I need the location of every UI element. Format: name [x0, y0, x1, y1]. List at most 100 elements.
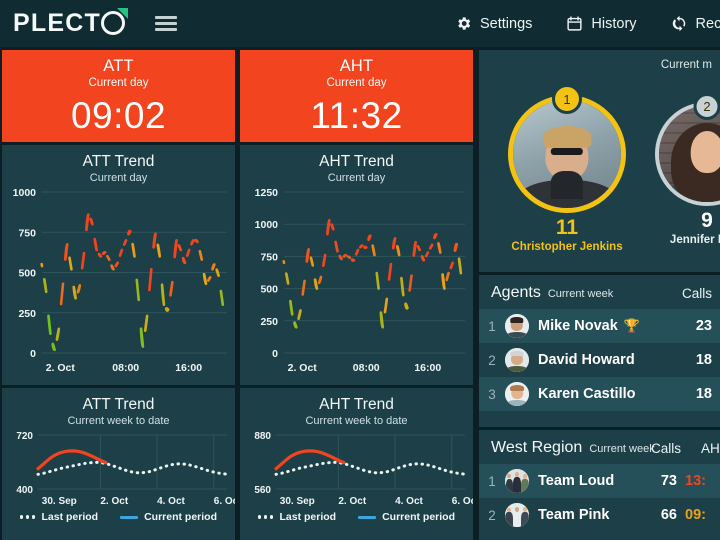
- avatar: [505, 348, 529, 372]
- row-rank: 3: [488, 386, 496, 402]
- podium-person-1[interactable]: 1 11 Christopher Jenkins: [498, 84, 636, 253]
- kpi-tile-att[interactable]: ATT Current day 09:02: [2, 50, 235, 142]
- settings-label: Settings: [480, 15, 533, 32]
- rank-badge-label: 1: [563, 91, 571, 107]
- chart-subtitle: Current day: [89, 172, 148, 184]
- svg-text:250: 250: [18, 308, 36, 320]
- podium-score: 11: [555, 216, 579, 239]
- svg-text:4. Oct: 4. Oct: [395, 496, 423, 507]
- table-row[interactable]: 2 Team Pink 66 09:: [479, 498, 720, 532]
- svg-text:16:00: 16:00: [414, 362, 441, 374]
- settings-button[interactable]: Settings: [455, 15, 532, 32]
- hamburger-icon[interactable]: [154, 13, 177, 34]
- row-name: Team Loud: [538, 473, 615, 489]
- header-actions: Settings History Recalculate: [455, 0, 720, 47]
- chart-panel-att-day[interactable]: ATT Trend Current day 0 250 500 750 1000 2. O…: [2, 145, 235, 385]
- refresh-icon: [671, 15, 688, 32]
- solid-line-icon: [120, 515, 139, 519]
- chart-subtitle: Current week to date: [67, 415, 170, 427]
- svg-text:400: 400: [16, 485, 33, 496]
- podium-name: Christopher Jenkins: [511, 241, 623, 253]
- kpi-value: 09:02: [70, 95, 167, 136]
- column-header-aht: AH: [701, 441, 720, 456]
- kpi-title: ATT: [103, 57, 134, 75]
- row-rank: 1: [488, 318, 496, 334]
- svg-text:560: 560: [254, 485, 271, 496]
- chart-title: ATT Trend: [82, 153, 155, 170]
- legend-current-period: Current period: [120, 511, 217, 523]
- gear-icon: [455, 15, 472, 32]
- region-table-panel[interactable]: West Region Current week Calls AH 1 Team…: [479, 430, 720, 540]
- row-calls: 66: [660, 507, 677, 523]
- photo-portrait-2: [659, 106, 720, 202]
- svg-text:6. Oct: 6. Oct: [452, 496, 473, 507]
- podium-period-label: Current m: [660, 59, 712, 71]
- svg-text:750: 750: [18, 227, 36, 239]
- row-name: David Howard: [538, 352, 635, 368]
- svg-text:500: 500: [260, 284, 278, 296]
- rank-badge-label: 2: [703, 99, 711, 114]
- chart-subtitle: Current week to date: [305, 415, 408, 427]
- chart-plot: 400 720 30. Sep 2. Oct 4. Oct 6. Oct: [2, 427, 235, 509]
- column-header-calls: Calls: [681, 286, 712, 301]
- kpi-period: Current day: [88, 77, 149, 89]
- table-period: Current week: [547, 288, 614, 300]
- chart-plot: 0 250 500 750 1000 2. Oct 08:00 16:00: [2, 184, 235, 379]
- solid-line-icon: [358, 515, 377, 519]
- chart-legend: Last period Current period: [240, 511, 473, 523]
- svg-text:0: 0: [272, 348, 278, 360]
- kpi-value: 11:32: [310, 95, 403, 136]
- svg-text:500: 500: [18, 268, 36, 280]
- trophy-icon: 🏆: [623, 318, 640, 333]
- chart-panel-att-week[interactable]: ATT Trend Current week to date 400 720 30.…: [2, 388, 235, 540]
- svg-text:720: 720: [16, 431, 33, 442]
- chart-plot: 560 880 30. Sep 2. Oct 4. Oct 6. Oct: [240, 427, 473, 509]
- svg-text:2. Oct: 2. Oct: [100, 496, 128, 507]
- agents-table-panel[interactable]: Agents Current week Calls 1 Mike Novak 🏆…: [479, 275, 720, 427]
- svg-text:2. Oct: 2. Oct: [338, 496, 366, 507]
- row-rank: 2: [488, 352, 496, 368]
- svg-text:4. Oct: 4. Oct: [157, 496, 185, 507]
- kpi-title: AHT: [339, 57, 374, 75]
- legend-last-period: Last period: [19, 511, 98, 523]
- svg-text:30. Sep: 30. Sep: [280, 496, 315, 507]
- logo-o-icon: [100, 8, 128, 36]
- column-header-calls: Calls: [651, 441, 682, 456]
- table-row[interactable]: 3 Karen Castillo 18: [479, 377, 720, 411]
- svg-text:6. Oct: 6. Oct: [214, 496, 235, 507]
- legend-last-period: Last period: [257, 511, 336, 523]
- table-header: Agents Current week Calls: [479, 275, 720, 309]
- svg-text:2. Oct: 2. Oct: [46, 362, 76, 374]
- chart-plot: 0 250 500 750 1000 1250 2. Oct 08:00 16:00: [240, 184, 473, 379]
- svg-text:1250: 1250: [255, 187, 279, 199]
- podium-person-2[interactable]: 2 9 Jennifer Mata: [647, 93, 720, 246]
- table-row[interactable]: 1 Mike Novak 🏆 23: [479, 309, 720, 343]
- svg-text:880: 880: [254, 431, 271, 442]
- table-title: West Region: [491, 439, 583, 456]
- history-button[interactable]: History: [566, 15, 637, 32]
- podium-panel[interactable]: Current m 1 11 Christopher Jenkins 2 9 J…: [479, 50, 720, 272]
- row-calls: 23: [695, 318, 712, 334]
- row-aht: 09:: [685, 507, 706, 523]
- legend-current-period: Current period: [358, 511, 455, 523]
- row-calls: 18: [695, 352, 712, 368]
- chart-title: AHT Trend: [319, 396, 394, 413]
- kpi-period: Current day: [326, 77, 387, 89]
- recalculate-button[interactable]: Recalculate: [671, 15, 720, 32]
- calendar-icon: [566, 15, 583, 32]
- rank-badge: 1: [552, 84, 582, 114]
- plecto-logo[interactable]: PLECT: [13, 8, 128, 36]
- chart-panel-aht-day[interactable]: AHT Trend Current day 0 250 500 750 1000 1250…: [240, 145, 473, 385]
- svg-text:1000: 1000: [255, 219, 279, 231]
- avatar: [505, 314, 529, 338]
- chart-panel-aht-week[interactable]: AHT Trend Current week to date 560 880 30.…: [240, 388, 473, 540]
- table-row[interactable]: 1 Team Loud 73 13:: [479, 464, 720, 498]
- photo-portrait-1: [513, 100, 621, 208]
- rank-badge: 2: [693, 93, 720, 120]
- svg-text:16:00: 16:00: [175, 362, 202, 374]
- kpi-tile-aht[interactable]: AHT Current day 11:32: [240, 50, 473, 142]
- history-label: History: [591, 15, 637, 32]
- chart-title: AHT Trend: [319, 153, 394, 170]
- row-calls: 73: [660, 473, 677, 489]
- table-row[interactable]: 2 David Howard 18: [479, 343, 720, 377]
